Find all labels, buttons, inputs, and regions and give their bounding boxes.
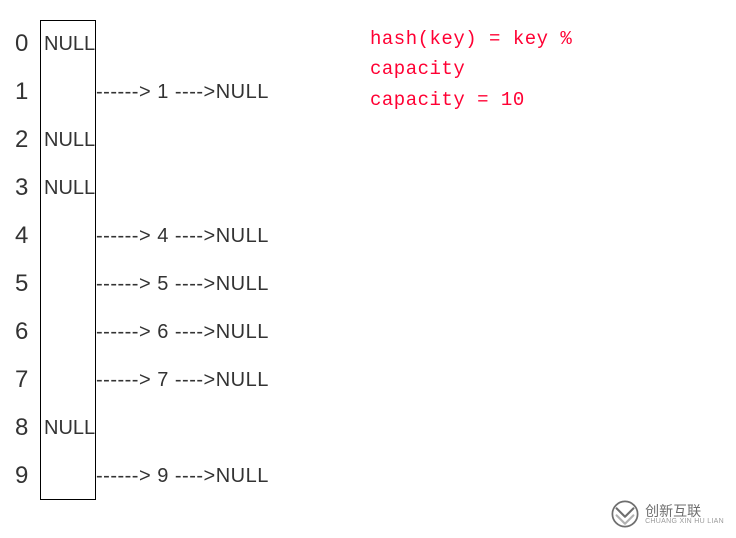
bucket-cell [40,452,96,500]
bucket-cell: NULL [40,116,96,164]
bucket-cell: NULL [40,404,96,452]
watermark-cn: 创新互联 [645,504,724,518]
table-row: 3 NULL [15,164,269,212]
hash-formula: hash(key) = key % capacity capacity = 10 [370,24,572,115]
table-row: 9 ------> 9 ---->NULL [15,452,269,500]
bucket-index: 6 [15,318,40,346]
formula-line: hash(key) = key % [370,24,572,54]
table-row: 0 NULL [15,20,269,68]
bucket-cell [40,212,96,260]
formula-line: capacity [370,54,572,84]
bucket-chain: ------> 9 ---->NULL [96,465,269,488]
table-row: 1 ------> 1 ---->NULL [15,68,269,116]
bucket-cell [40,356,96,404]
table-row: 6 ------> 6 ---->NULL [15,308,269,356]
table-row: 2 NULL [15,116,269,164]
watermark-en: CHUANG XIN HU LIAN [645,518,724,525]
bucket-index: 8 [15,414,40,442]
bucket-chain: ------> 5 ---->NULL [96,273,269,296]
bucket-index: 4 [15,222,40,250]
bucket-index: 7 [15,366,40,394]
table-row: 5 ------> 5 ---->NULL [15,260,269,308]
bucket-cell: NULL [40,164,96,212]
bucket-cell [40,260,96,308]
bucket-index: 5 [15,270,40,298]
bucket-cell: NULL [40,20,96,68]
bucket-chain: ------> 6 ---->NULL [96,321,269,344]
bucket-chain: ------> 7 ---->NULL [96,369,269,392]
table-row: 7 ------> 7 ---->NULL [15,356,269,404]
bucket-index: 3 [15,174,40,202]
table-row: 4 ------> 4 ---->NULL [15,212,269,260]
logo-icon [611,500,639,528]
bucket-cell [40,68,96,116]
table-row: 8 NULL [15,404,269,452]
bucket-index: 1 [15,78,40,106]
bucket-chain: ------> 4 ---->NULL [96,225,269,248]
hash-table: 0 NULL 1 ------> 1 ---->NULL 2 NULL 3 NU… [15,20,269,500]
bucket-index: 0 [15,30,40,58]
bucket-chain: ------> 1 ---->NULL [96,81,269,104]
formula-line: capacity = 10 [370,85,572,115]
bucket-cell [40,308,96,356]
watermark: 创新互联 CHUANG XIN HU LIAN [611,500,724,528]
bucket-index: 9 [15,462,40,490]
watermark-text: 创新互联 CHUANG XIN HU LIAN [645,504,724,525]
bucket-index: 2 [15,126,40,154]
